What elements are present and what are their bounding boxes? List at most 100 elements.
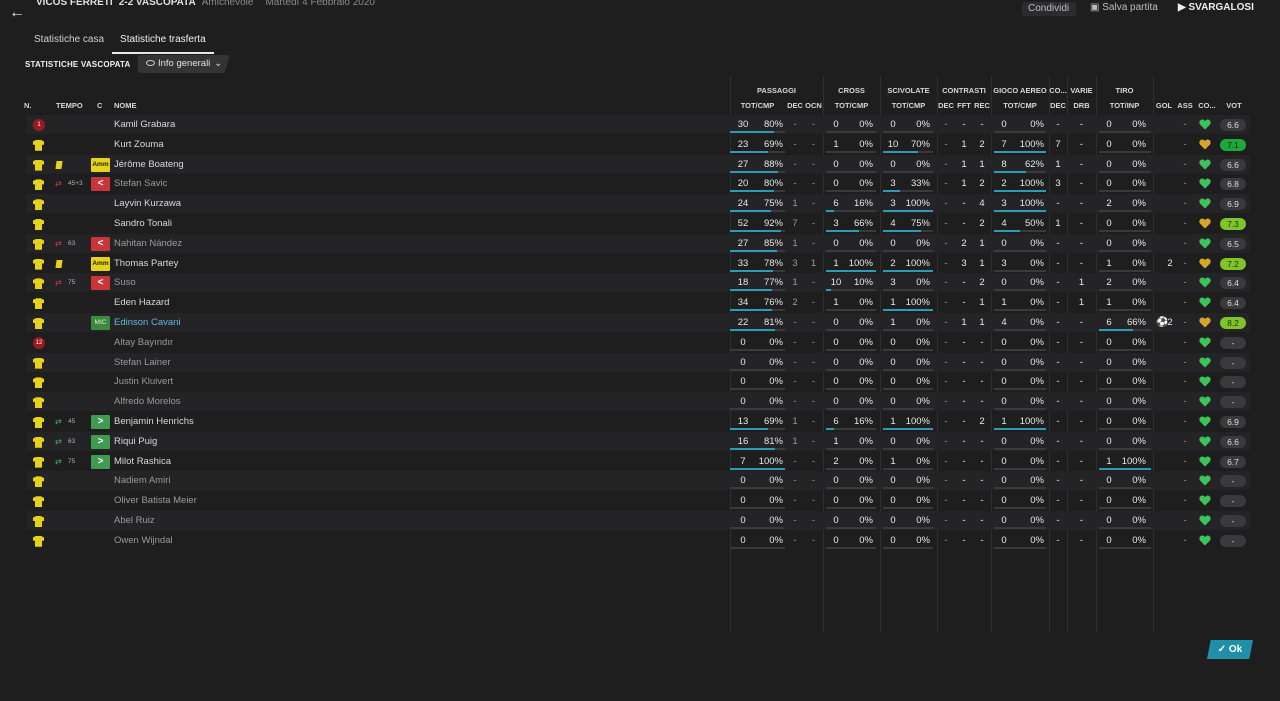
player-name[interactable]: Alfredo Morelos — [114, 392, 314, 411]
con-rec: 2 — [979, 416, 985, 427]
dribbles: - — [1079, 376, 1084, 388]
con-fft: 1 — [961, 138, 967, 150]
player-name[interactable]: Benjamin Henrichs — [114, 412, 314, 431]
column-header-con-fft[interactable]: FFT — [955, 101, 973, 110]
player-row[interactable]: Alfredo Morelos 0 0% - -0 0% 0 0% - - -0 0% - -0 0% - - — [26, 392, 1250, 412]
player-name[interactable]: Riqui Puig — [114, 432, 314, 451]
column-header-aereo-totcmp[interactable]: TOT/CMP — [991, 101, 1049, 110]
player-name[interactable]: Jérôme Boateng — [114, 155, 314, 174]
player-name[interactable]: Stefan Savic — [114, 174, 314, 193]
back-arrow-icon[interactable]: ← — [9, 5, 25, 21]
aerial-bar-fill — [994, 150, 1046, 153]
player-row[interactable]: Layvin Kurzawa 24 75% 1-6 16% 3 100% - -4 3 100% - -… — [26, 194, 1250, 214]
column-header-n[interactable]: N. — [24, 101, 44, 110]
player-row[interactable]: Kurt Zouma 23 69% - -1 0% 10 70% -1 2 7 100% 7-0 0% -7… — [26, 135, 1250, 154]
match-date: Martedì 4 Febbraio 2020 — [265, 0, 375, 8]
player-row[interactable]: Sandro Tonali 52 92% 7-3 66% 4 75% - -2 4 50% 1-0 0%… — [26, 214, 1250, 233]
pass-bar-fill — [730, 190, 774, 193]
shots-bar-track — [1099, 428, 1151, 430]
column-header-nome[interactable]: NOME — [114, 101, 164, 110]
rating-badge: - — [1220, 336, 1246, 349]
player-name[interactable]: Kurt Zouma — [114, 135, 314, 154]
player-name[interactable]: Eden Hazard — [114, 293, 314, 312]
player-row[interactable]: Oliver Batista Meier 0 0% - -0 0% 0 0% - - -0 0% - -0… — [26, 491, 1250, 510]
player-row[interactable]: Amm Jérôme Boateng 27 88% - -0 0% 0 0% -1 1 8 62% 1-0… — [26, 154, 1250, 174]
player-row[interactable]: ⇄ 45+3 < Stefan Savic 20 80% - -0 0% 3 33% -1 2 2 100%… — [26, 174, 1250, 193]
player-name[interactable]: Edinson Cavani — [114, 313, 314, 332]
player-row[interactable]: 12 Altay Bayındır 0 0% - -0 0% 0 0% - - -0 0% - -0 0% - - — [26, 333, 1250, 352]
column-header-pass-ocn[interactable]: OCN — [804, 101, 823, 110]
player-name[interactable]: Milot Rashica — [114, 452, 314, 471]
condition-heart-icon — [1199, 317, 1211, 328]
save-match-button[interactable]: ▣ Salva partita — [1090, 2, 1158, 16]
player-row[interactable]: ⇄ 63 > Riqui Puig 16 81% 1-1 0% 0 0% - - -0 0% - -0 0% -6… — [26, 431, 1250, 451]
assists: - — [1183, 495, 1187, 507]
column-header-con-dec[interactable]: DEC — [937, 101, 955, 110]
assists: - — [1183, 198, 1187, 210]
player-row[interactable]: 1 Kamil Grabara 30 80% - -0 0% 0 0% - - -0 0% - -0 0% -6… — [26, 115, 1250, 134]
column-header-co-dec[interactable]: DEC — [1049, 101, 1067, 110]
con-rec: - — [980, 119, 984, 130]
player-name[interactable]: Thomas Partey — [114, 254, 314, 273]
player-name[interactable]: Altay Bayındır — [114, 333, 314, 352]
rating-badge: 6.4 — [1220, 297, 1246, 310]
player-name[interactable]: Owen Wijndal — [114, 531, 314, 550]
player-name[interactable]: Layvin Kurzawa — [114, 194, 314, 213]
column-header-tiro-totinp[interactable]: TOT/INP — [1096, 101, 1153, 110]
column-header-sciv-totcmp[interactable]: TOT/CMP — [880, 101, 937, 110]
rating-badge: 6.9 — [1220, 198, 1246, 211]
player-name[interactable]: Nadiem Amiri — [114, 471, 314, 490]
player-row[interactable]: ⇄ 45 > Benjamin Henrichs 13 69% 1-6 16% 1 100% - -2… — [26, 412, 1250, 431]
player-name[interactable]: Oliver Batista Meier — [114, 491, 314, 510]
end-button[interactable]: ▶ SVARGALOSI — [1178, 2, 1254, 16]
shots-bar-track — [1099, 348, 1151, 351]
player-row[interactable]: ⇄ 63 < Nahitan Nández 27 85% 1-0 0% 0 0% -2 1 0 0% - -0… — [26, 233, 1250, 253]
con-dec: - — [944, 257, 948, 269]
column-header-gol[interactable]: GOL — [1153, 101, 1175, 110]
player-row[interactable]: Abel Ruiz 0 0% - -0 0% 0 0% - - -0 0% - -0 0% - - — [26, 511, 1250, 530]
player-name[interactable]: Suso — [114, 273, 314, 292]
column-header-tempo[interactable]: TEMPO — [56, 101, 86, 110]
con-rec: - — [980, 534, 984, 546]
ok-button[interactable]: ✓ Ok — [1207, 640, 1253, 659]
player-row[interactable]: ⇄ 75 < Suso 18 77% 1-10 10% 3 0% - -2 0 0% -1 2 0% -6.4 — [26, 273, 1250, 293]
column-header-pass-dec[interactable]: DEC — [786, 101, 804, 110]
con-dec: - — [944, 435, 948, 447]
player-row[interactable]: Nadiem Amiri 0 0% - -0 0% 0 0% - - -0 0% - -0 0% - - — [26, 471, 1250, 491]
player-row[interactable]: ⇄ 75 > Milot Rashica 7 100% - -2 0% 1 0% - - -0 0% - -1 1… — [26, 452, 1250, 471]
dribbles: - — [1079, 336, 1084, 348]
tab-away-stats[interactable]: Statistiche trasferta — [112, 30, 214, 54]
player-row[interactable]: Justin Kluivert 0 0% - -0 0% 0 0% - - -0 0% - -0 0% - - — [26, 372, 1250, 391]
player-row[interactable]: Stefan Lainer 0 0% - -0 0% 0 0% - - -0 0% - -0 0% - - — [26, 352, 1250, 372]
player-name[interactable]: Nahitan Nández — [114, 234, 314, 253]
player-name[interactable]: Kamil Grabara — [114, 115, 314, 134]
aerial-bar-track — [994, 408, 1046, 411]
pass-dec: - — [793, 138, 797, 150]
column-header-pass-totcmp[interactable]: TOT/CMP — [730, 101, 785, 110]
player-row[interactable]: Owen Wijndal 0 0% - -0 0% 0 0% - - -0 0% - -0 0% - - — [26, 531, 1250, 550]
tackle-bar-track — [883, 408, 933, 411]
con-dec: - — [944, 416, 948, 427]
column-header-vot[interactable]: VOT — [1222, 101, 1246, 110]
pass-bar-fill — [730, 329, 775, 331]
player-name[interactable]: Justin Kluivert — [114, 372, 314, 391]
rating-badge: 6.5 — [1220, 237, 1246, 250]
column-header-cross-totcmp[interactable]: TOT/CMP — [823, 101, 880, 110]
player-name[interactable]: Abel Ruiz — [114, 511, 314, 530]
column-header-ass[interactable]: ASS — [1175, 101, 1195, 110]
player-name[interactable]: Sandro Tonali — [114, 214, 314, 233]
column-header-co[interactable]: CO... — [1195, 101, 1219, 110]
column-header-c[interactable]: C — [97, 101, 107, 110]
column-header-varie-drb[interactable]: DRB — [1067, 101, 1096, 110]
view-dropdown[interactable]: Info generali ⌄ — [138, 55, 230, 73]
pass-dec: - — [793, 455, 797, 467]
share-button[interactable]: Condividi — [1022, 2, 1076, 16]
position-badge: Amm — [91, 256, 110, 271]
con-rec: - — [980, 356, 984, 368]
column-header-con-rec[interactable]: REC — [973, 101, 991, 110]
player-name[interactable]: Stefan Lainer — [114, 353, 314, 372]
player-row[interactable]: MIC Edinson Cavani 22 81% - -0 0% 1 0% -1 1 4 0% - -6 6… — [26, 313, 1250, 332]
tab-home-stats[interactable]: Statistiche casa — [26, 30, 112, 54]
player-row[interactable]: Amm Thomas Partey 33 78% 3 1 1 100% 2 100% -3 1 3 0% -… — [26, 254, 1250, 273]
player-row[interactable]: Eden Hazard 34 76% 2-1 0% 1 100% - -1 1 0% -1 1 0% -6.… — [26, 293, 1250, 312]
